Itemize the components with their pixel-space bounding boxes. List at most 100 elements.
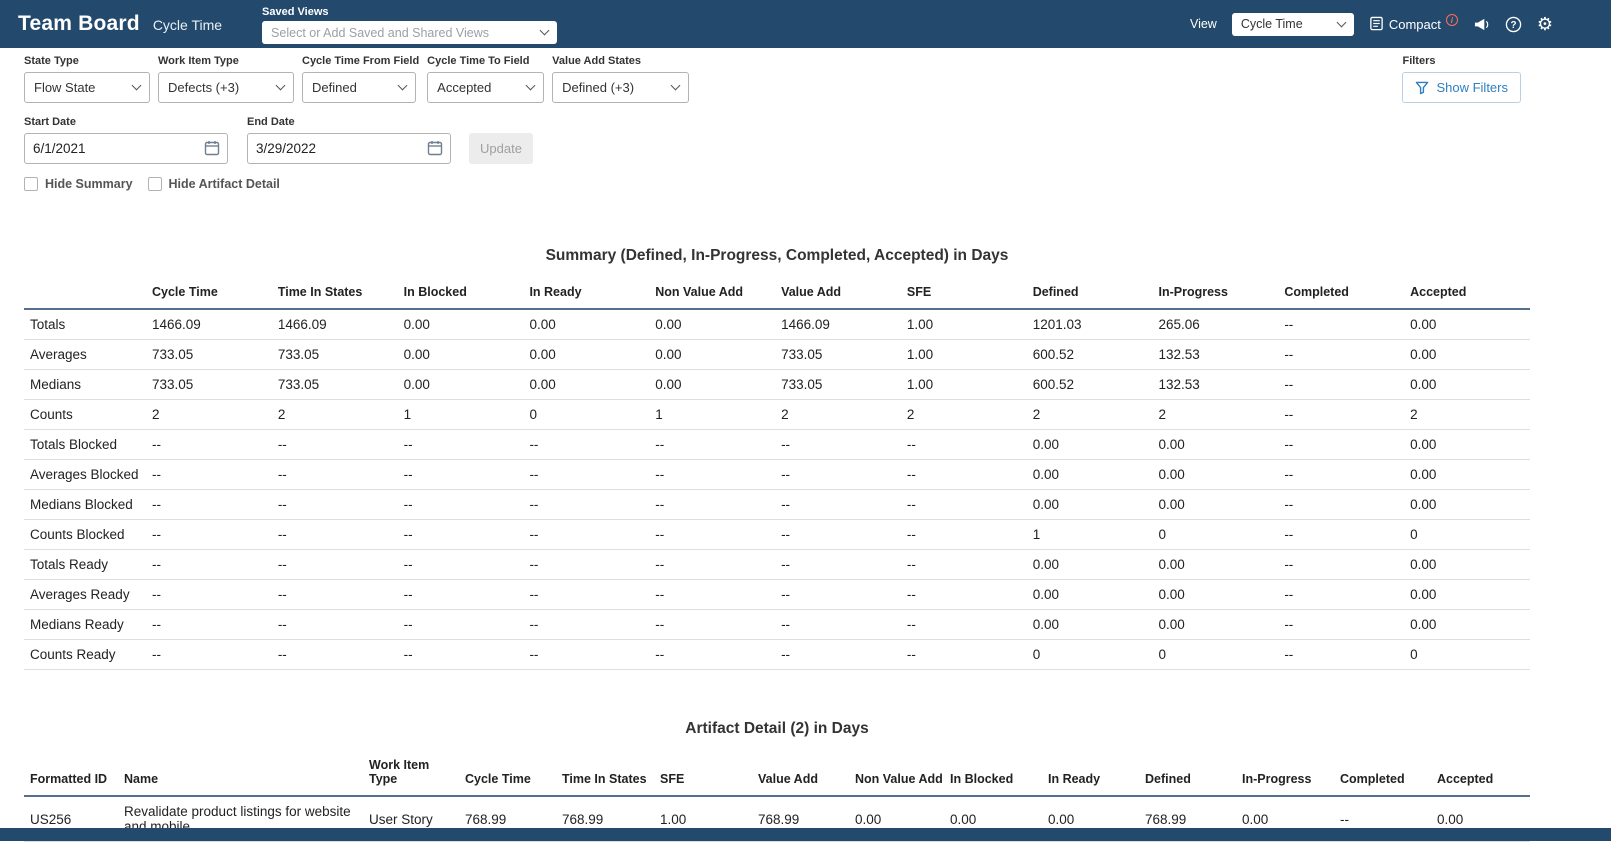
chevron-down-icon: [397, 80, 408, 91]
table-cell: 1.00: [900, 369, 1027, 400]
table-cell: 0.00: [523, 309, 650, 340]
column-header: Cycle Time: [459, 752, 556, 797]
table-cell: 1466.09: [775, 309, 901, 340]
table-cell: --: [649, 609, 776, 640]
table-cell: --: [775, 609, 901, 640]
end-date-input[interactable]: [247, 133, 451, 164]
calendar-icon[interactable]: [427, 140, 443, 161]
table-cell: --: [649, 489, 776, 520]
table-cell: Medians Ready: [24, 609, 146, 640]
table-cell: 733.05: [146, 369, 272, 400]
hide-artifact-detail-checkbox[interactable]: [147, 177, 162, 191]
cycle-time-to-filter-group: Cycle Time To Field Accepted: [427, 55, 545, 103]
table-cell: Medians: [24, 369, 146, 400]
gear-icon[interactable]: ⚙: [1537, 15, 1553, 33]
table-cell: --: [1278, 579, 1405, 610]
table-cell: 0.00: [649, 309, 776, 340]
table-cell: 0.00: [1026, 549, 1153, 580]
table-cell: --: [271, 609, 398, 640]
table-cell: --: [523, 639, 650, 670]
compact-button[interactable]: Compact i: [1369, 14, 1458, 32]
table-cell: --: [523, 489, 650, 520]
megaphone-icon[interactable]: [1473, 17, 1490, 32]
table-row: Medians Blocked -- -- -- -- -- -- -- 0.00 0.00 -- 0…: [24, 489, 1530, 520]
value-add-states-filter-group: Value Add States Defined (+3): [552, 55, 690, 103]
table-cell: --: [649, 429, 776, 460]
saved-views-select[interactable]: Select or Add Saved and Shared Views: [262, 21, 558, 44]
calendar-icon[interactable]: [204, 140, 220, 161]
footer-bar: [0, 828, 1611, 841]
app-subtitle: Cycle Time: [152, 17, 223, 33]
value-add-states-select[interactable]: Defined (+3): [552, 72, 690, 103]
table-cell: --: [1278, 369, 1405, 400]
summary-table-body: Totals 1466.09 1466.09 0.00 0.00 0.00 1466.09 1…: [24, 309, 1530, 670]
table-cell: 733.05: [146, 339, 272, 370]
table-cell: 1.00: [900, 339, 1027, 370]
table-cell: --: [649, 579, 776, 610]
table-cell: --: [146, 579, 272, 610]
table-cell: 1201.03: [1026, 309, 1153, 340]
table-cell: --: [1278, 489, 1405, 520]
table-cell: --: [397, 489, 524, 520]
table-cell: Averages: [24, 339, 146, 370]
table-cell: 0.00: [649, 369, 776, 400]
table-cell: 2: [1404, 399, 1530, 430]
view-select[interactable]: Cycle Time: [1231, 12, 1354, 36]
chevron-down-icon: [525, 80, 536, 91]
end-date-group: End Date: [247, 116, 451, 164]
table-cell: --: [397, 579, 524, 610]
start-date-label: Start Date: [24, 116, 76, 128]
update-button[interactable]: Update: [469, 133, 533, 164]
hide-summary-checkbox[interactable]: [24, 177, 38, 191]
cycle-time-to-select[interactable]: Accepted: [427, 72, 545, 103]
table-cell: 0.00: [1404, 429, 1530, 460]
table-cell: --: [271, 489, 398, 520]
chevron-down-icon: [275, 80, 286, 91]
table-cell: 2: [1026, 399, 1153, 430]
start-date-input[interactable]: [24, 133, 228, 164]
state-type-select[interactable]: Flow State: [24, 72, 150, 103]
table-cell: --: [649, 519, 776, 550]
table-row: Medians 733.05 733.05 0.00 0.00 0.00 733.05 1.0…: [24, 369, 1530, 400]
table-cell: 2: [775, 399, 901, 430]
table-cell: --: [775, 639, 901, 670]
table-cell: 0.00: [1404, 339, 1530, 370]
help-icon[interactable]: ?: [1505, 16, 1522, 33]
column-header: Non Value Add: [649, 279, 776, 310]
work-item-type-select[interactable]: Defects (+3): [158, 72, 294, 103]
table-cell: 0.00: [1404, 549, 1530, 580]
hide-summary-group: Hide Summary: [24, 177, 133, 191]
table-cell: 0.00: [523, 369, 650, 400]
chevron-down-icon: [131, 80, 142, 91]
table-cell: 2: [146, 399, 272, 430]
show-filters-button[interactable]: Show Filters: [1402, 72, 1521, 103]
table-cell: --: [1278, 429, 1405, 460]
column-header: SFE: [900, 279, 1027, 310]
column-header: Value Add: [775, 279, 901, 310]
table-cell: --: [900, 579, 1027, 610]
column-header: In Ready: [1042, 752, 1139, 797]
column-header: Non Value Add: [849, 752, 944, 797]
table-cell: 1466.09: [146, 309, 272, 340]
table-cell: 0.00: [1026, 609, 1153, 640]
svg-text:?: ?: [1510, 20, 1516, 31]
table-cell: --: [146, 639, 272, 670]
cycle-time-from-value: Defined: [312, 80, 357, 95]
filter-funnel-icon: [1415, 81, 1429, 95]
table-row: Counts Ready -- -- -- -- -- -- -- 0 0 -- 0: [24, 639, 1530, 670]
work-item-type-value: Defects (+3): [168, 80, 240, 95]
table-cell: --: [397, 609, 524, 640]
table-cell: 600.52: [1026, 339, 1153, 370]
table-cell: --: [146, 609, 272, 640]
table-cell: --: [523, 579, 650, 610]
table-cell: --: [271, 459, 398, 490]
column-header: [24, 279, 146, 310]
table-cell: 0.00: [1026, 459, 1153, 490]
value-add-states-label: Value Add States: [552, 55, 642, 67]
table-cell: --: [649, 459, 776, 490]
column-header: Formatted ID: [24, 752, 118, 797]
table-cell: --: [523, 519, 650, 550]
cycle-time-from-select[interactable]: Defined: [302, 72, 416, 103]
column-header: Defined: [1139, 752, 1236, 797]
table-cell: Totals: [24, 309, 146, 340]
